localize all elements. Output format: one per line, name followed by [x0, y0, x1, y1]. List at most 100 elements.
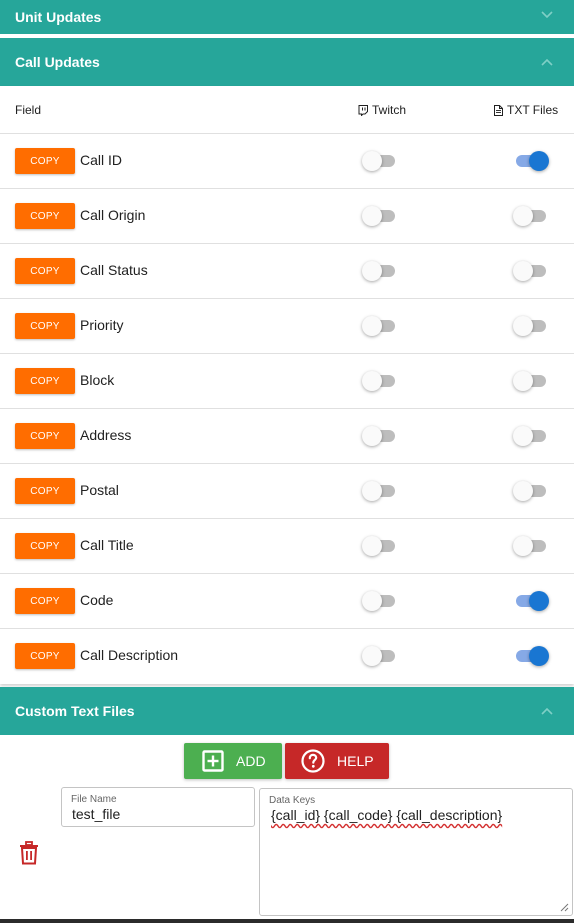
txt-file-toggle[interactable] [513, 151, 549, 171]
table-row: COPY Code [0, 574, 574, 629]
call-fields-table: Field Twitch TXT Files COPY Call ID COPY Ca… [0, 86, 574, 684]
table-row: COPY Call Description [0, 629, 574, 684]
custom-text-files-body: ADD HELP File Name Data Keys {call_id} {… [0, 735, 574, 923]
twitch-toggle[interactable] [362, 591, 398, 611]
toggle-knob [362, 591, 382, 611]
field-label: Call Title [80, 537, 134, 553]
plus-box-icon [202, 750, 224, 772]
file-icon [494, 104, 503, 116]
twitch-toggle[interactable] [362, 316, 398, 336]
file-name-input[interactable] [72, 806, 242, 822]
toggle-knob [362, 316, 382, 336]
toggle-knob [513, 371, 533, 391]
copy-button[interactable]: COPY [15, 478, 75, 504]
txt-file-toggle[interactable] [513, 316, 549, 336]
call-updates-header[interactable]: Call Updates [0, 38, 574, 86]
data-keys-label: Data Keys [269, 795, 316, 806]
toggle-knob [362, 261, 382, 281]
toggle-knob [513, 426, 533, 446]
toggle-knob [513, 206, 533, 226]
copy-button[interactable]: COPY [15, 203, 75, 229]
toggle-knob [362, 426, 382, 446]
toggle-knob [529, 151, 549, 171]
header-txt-files: TXT Files [494, 103, 558, 117]
chevron-down-icon[interactable] [540, 8, 554, 22]
bottom-edge [0, 919, 574, 923]
twitch-toggle[interactable] [362, 536, 398, 556]
call-updates-title: Call Updates [15, 54, 100, 70]
toggle-knob [513, 481, 533, 501]
table-row: COPY Address [0, 409, 574, 464]
copy-button[interactable]: COPY [15, 313, 75, 339]
data-keys-field[interactable]: Data Keys {call_id} {call_code} {call_de… [259, 788, 573, 916]
copy-button[interactable]: COPY [15, 258, 75, 284]
unit-updates-header[interactable]: Unit Updates [0, 0, 574, 34]
header-txt-files-label: TXT Files [507, 103, 559, 117]
twitch-toggle[interactable] [362, 151, 398, 171]
header-twitch-label: Twitch [372, 103, 407, 117]
table-row: COPY Call Origin [0, 189, 574, 244]
add-button-label: ADD [236, 753, 266, 769]
custom-text-files-title: Custom Text Files [15, 703, 135, 719]
twitch-toggle[interactable] [362, 426, 398, 446]
copy-button[interactable]: COPY [15, 533, 75, 559]
field-label: Call Origin [80, 207, 146, 223]
txt-file-toggle[interactable] [513, 206, 549, 226]
chevron-up-icon[interactable] [540, 704, 554, 718]
resize-handle-icon[interactable] [560, 903, 569, 912]
twitch-toggle[interactable] [362, 646, 398, 666]
field-label: Call Status [80, 262, 148, 278]
toggle-knob [513, 536, 533, 556]
header-twitch: Twitch [358, 103, 406, 117]
txt-file-toggle[interactable] [513, 536, 549, 556]
twitch-icon [358, 104, 368, 116]
add-button[interactable]: ADD [184, 743, 282, 779]
field-label: Call Description [80, 647, 179, 663]
copy-button[interactable]: COPY [15, 643, 75, 669]
toggle-knob [529, 646, 549, 666]
toggle-knob [362, 371, 382, 391]
help-button-label: HELP [337, 753, 374, 769]
help-button[interactable]: HELP [285, 743, 389, 779]
table-header: Field Twitch TXT Files [0, 86, 574, 134]
toggle-knob [362, 206, 382, 226]
trash-icon[interactable] [18, 841, 40, 865]
data-keys-input[interactable]: {call_id} {call_code} {call_description} [271, 807, 561, 907]
help-circle-icon [301, 749, 325, 773]
txt-file-toggle[interactable] [513, 426, 549, 446]
file-name-field[interactable]: File Name [61, 787, 255, 827]
table-row: COPY Block [0, 354, 574, 409]
toggle-knob [362, 536, 382, 556]
custom-text-files-header[interactable]: Custom Text Files [0, 687, 574, 735]
table-row: COPY Call Title [0, 519, 574, 574]
txt-file-toggle[interactable] [513, 261, 549, 281]
field-label: Block [80, 372, 115, 388]
copy-button[interactable]: COPY [15, 588, 75, 614]
chevron-up-icon[interactable] [540, 55, 554, 69]
table-row: COPY Postal [0, 464, 574, 519]
toggle-knob [529, 591, 549, 611]
txt-file-toggle[interactable] [513, 481, 549, 501]
twitch-toggle[interactable] [362, 206, 398, 226]
toggle-knob [513, 261, 533, 281]
twitch-toggle[interactable] [362, 261, 398, 281]
twitch-toggle[interactable] [362, 371, 398, 391]
toggle-knob [362, 646, 382, 666]
header-field: Field [15, 103, 42, 117]
field-label: Call ID [80, 152, 123, 168]
copy-button[interactable]: COPY [15, 368, 75, 394]
txt-file-toggle[interactable] [513, 371, 549, 391]
file-name-label: File Name [71, 794, 117, 805]
copy-button[interactable]: COPY [15, 148, 75, 174]
table-row: COPY Priority [0, 299, 574, 354]
field-label: Address [80, 427, 132, 443]
txt-file-toggle[interactable] [513, 591, 549, 611]
table-row: COPY Call ID [0, 134, 574, 189]
toggle-knob [362, 481, 382, 501]
toggle-knob [513, 316, 533, 336]
unit-updates-title: Unit Updates [15, 9, 102, 25]
twitch-toggle[interactable] [362, 481, 398, 501]
copy-button[interactable]: COPY [15, 423, 75, 449]
txt-file-toggle[interactable] [513, 646, 549, 666]
field-label: Postal [80, 482, 119, 498]
